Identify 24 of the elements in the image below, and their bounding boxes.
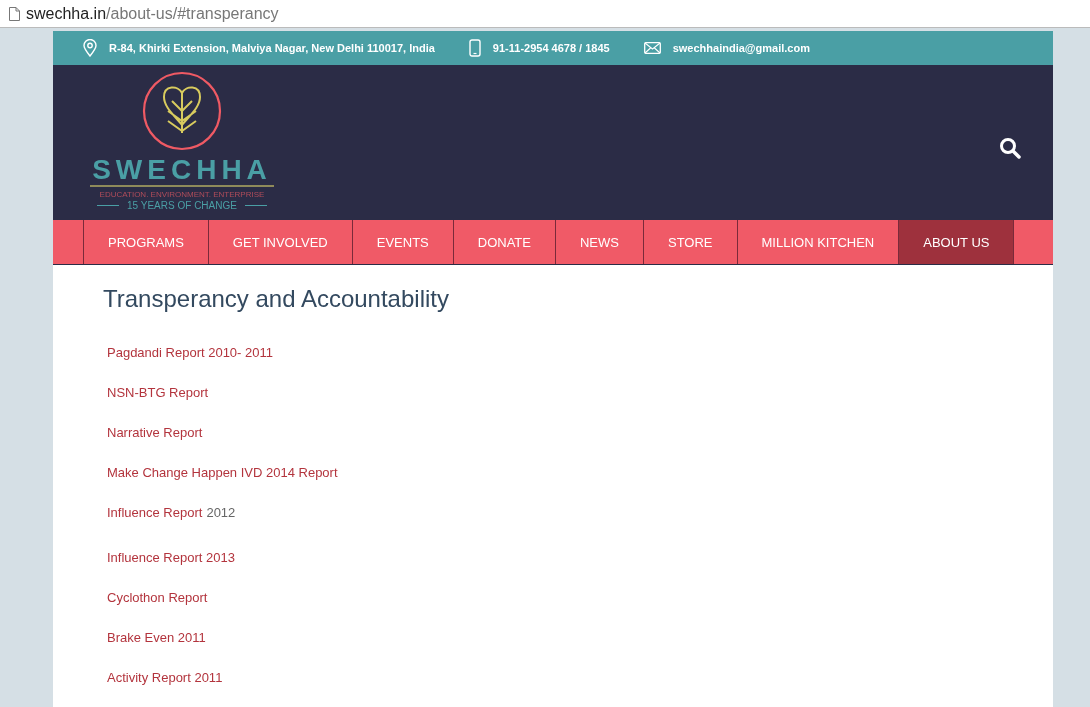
address-bar[interactable]: swechha.in/about-us/#transperancy: [2, 2, 1088, 26]
heart-leaf-icon: [142, 71, 222, 151]
page-icon: [9, 7, 20, 21]
phone-text: 91-11-2954 4678 / 1845: [492, 42, 610, 54]
report-link[interactable]: Activity Report 2011: [107, 670, 223, 685]
report-link[interactable]: Pagdandi Report 2010- 2011: [107, 345, 273, 360]
report-link[interactable]: Make Change Happen IVD 2014 Report: [107, 465, 338, 480]
search-icon[interactable]: [999, 137, 1021, 159]
report-link[interactable]: Influence Report 2013: [107, 550, 235, 565]
page-heading: Transperancy and Accountability: [103, 285, 450, 313]
phone-icon: [468, 39, 481, 57]
address-text: R-84, Khirki Extension, Malviya Nagar, New Delhi 110017, India: [109, 42, 435, 54]
mail-icon: [643, 42, 661, 54]
report-link[interactable]: Cyclothon Report: [107, 590, 208, 605]
logo-wordmark: SWECHHA: [90, 155, 274, 187]
report-link[interactable]: NSN-BTG Report: [107, 385, 209, 400]
report-link[interactable]: Influence Report: [107, 505, 203, 520]
report-link[interactable]: Narrative Report: [107, 425, 203, 440]
location-pin-icon: [83, 39, 97, 57]
nav-tab[interactable]: ABOUT US: [898, 220, 1015, 264]
report-link[interactable]: Brake Even 2011: [107, 630, 206, 645]
logo-subtitle: 15 YEARS OF CHANGE: [127, 200, 237, 211]
logo-tagline: EDUCATION. ENVIRONMENT. ENTERPRISE: [99, 190, 265, 199]
report-year: 2012: [206, 505, 236, 520]
